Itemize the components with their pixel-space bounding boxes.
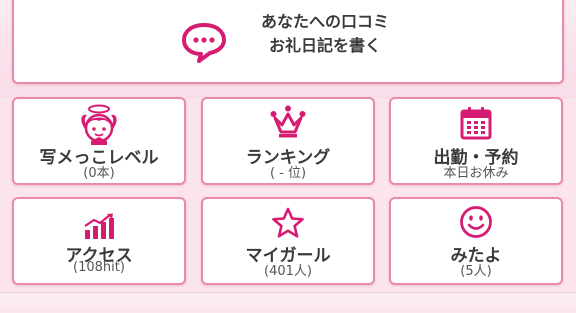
review-diary-button[interactable]: あなたへの口コミ お礼日記を書く bbox=[12, 0, 564, 84]
chart-icon bbox=[84, 213, 114, 239]
tile-photo-level[interactable]: 写メっこレベル (0本) bbox=[12, 97, 186, 185]
review-button-line1: あなたへの口コミ bbox=[260, 12, 389, 31]
tile-schedule[interactable]: 出勤・予約 本日お休み bbox=[389, 97, 563, 185]
footer-divider bbox=[0, 292, 576, 313]
tile-mitayo[interactable]: みたよ (5人) bbox=[389, 197, 563, 285]
tile-ranking[interactable]: ランキング ( - 位) bbox=[201, 97, 375, 185]
tile-access[interactable]: アクセス (108hit) bbox=[12, 197, 186, 285]
tile-count: (5人) bbox=[460, 264, 492, 279]
tile-count: (108hit) bbox=[73, 260, 125, 275]
tile-count: (401人) bbox=[264, 264, 312, 279]
tile-my-girl[interactable]: マイガール (401人) bbox=[201, 197, 375, 285]
tile-count: (0本) bbox=[83, 166, 115, 181]
smile-icon bbox=[460, 206, 492, 238]
chat-bubble-icon bbox=[182, 23, 226, 63]
review-button-line2: お礼日記を書く bbox=[268, 36, 381, 55]
star-icon bbox=[272, 207, 304, 238]
tile-status: 本日お休み bbox=[443, 166, 509, 181]
angel-icon bbox=[81, 104, 117, 145]
review-button-text: あなたへの口コミ お礼日記を書く bbox=[240, 10, 410, 58]
crown-icon bbox=[270, 105, 306, 138]
calendar-icon bbox=[460, 107, 492, 140]
tile-count: ( - 位) bbox=[269, 166, 307, 181]
